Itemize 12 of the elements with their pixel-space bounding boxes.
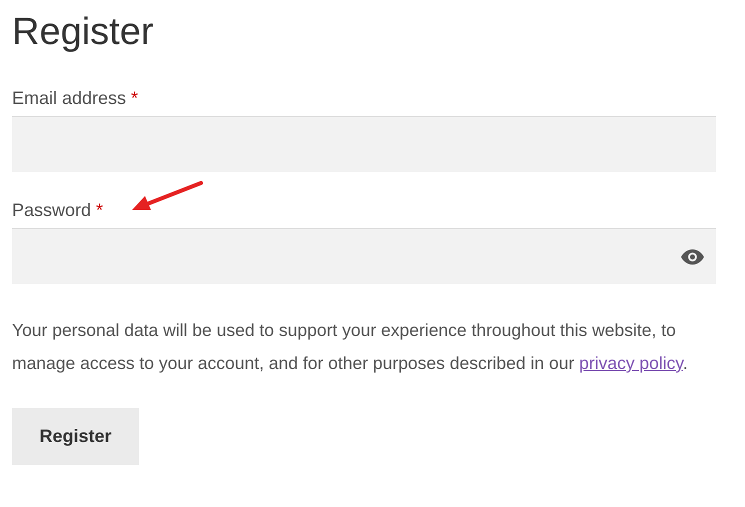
arrow-icon bbox=[130, 180, 204, 212]
field-label: Email address bbox=[12, 88, 126, 110]
show-password-icon[interactable] bbox=[681, 248, 704, 264]
email-field[interactable] bbox=[12, 116, 716, 172]
page-title: Register bbox=[12, 10, 154, 55]
required-mark: * bbox=[96, 200, 104, 222]
privacy-policy-link[interactable]: privacy policy bbox=[579, 353, 683, 373]
password-field[interactable] bbox=[12, 228, 716, 284]
register-button[interactable]: Register bbox=[12, 408, 139, 465]
field-label: Password bbox=[12, 200, 92, 222]
privacy-notice: Your personal data will be used to support your experience throughout this website, to manage access to your account, and for other purposes described in our privacy policy. bbox=[12, 319, 689, 375]
required-mark: * bbox=[131, 88, 138, 110]
